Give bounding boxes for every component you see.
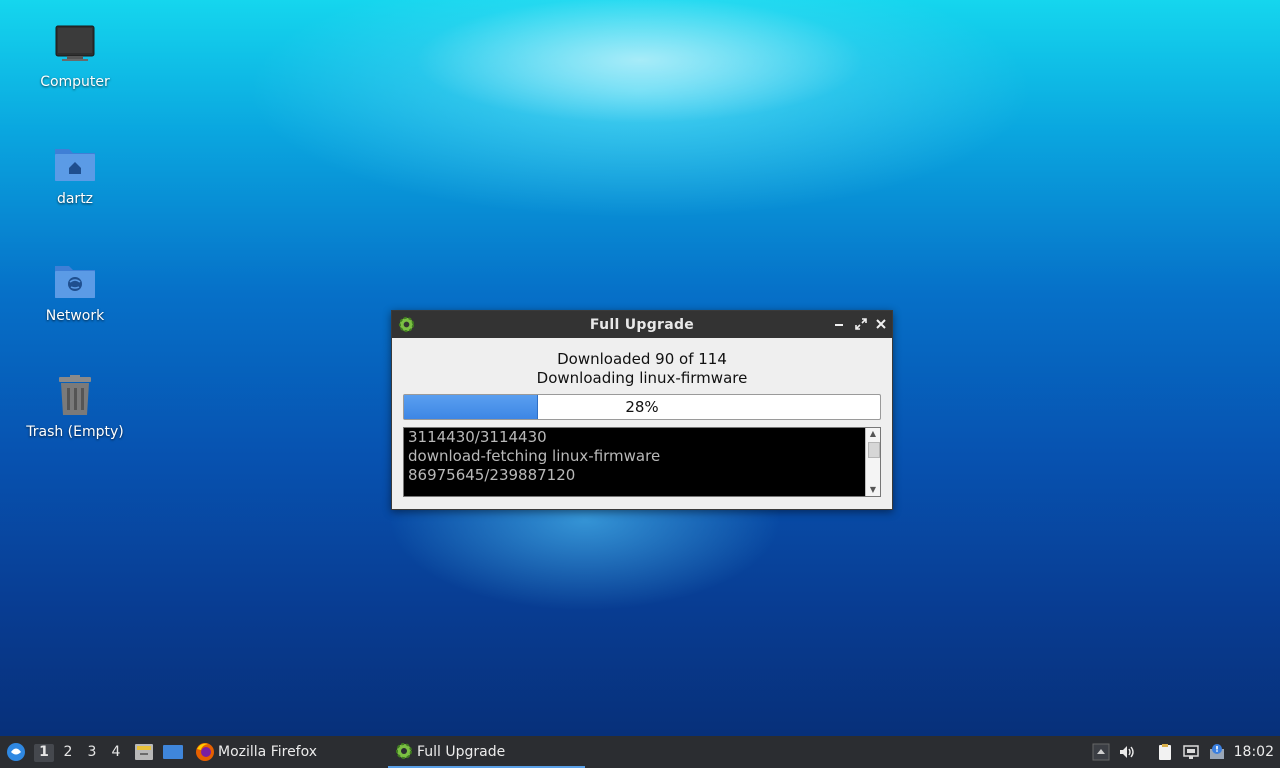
update-notifier[interactable]	[1208, 743, 1226, 761]
scroll-down-icon[interactable]: ▼	[866, 484, 880, 496]
task-label: Mozilla Firefox	[218, 744, 318, 760]
desktop-icon-network[interactable]: Network	[20, 258, 130, 324]
progress-percent: 28%	[625, 398, 659, 416]
desktop-icon-computer[interactable]: Computer	[20, 24, 130, 90]
network-folder-icon	[53, 258, 97, 302]
desktop-icon-trash[interactable]: Trash (Empty)	[20, 374, 130, 440]
scroll-thumb[interactable]	[868, 442, 880, 458]
dialog-title: Full Upgrade	[589, 317, 695, 333]
download-progress-bar: 28%	[403, 394, 881, 420]
close-icon	[876, 319, 886, 329]
computer-icon	[53, 24, 97, 68]
workspace-4[interactable]: 4	[106, 744, 126, 762]
home-folder-icon	[53, 141, 97, 185]
log-line: 3114430/3114430	[408, 428, 547, 446]
status-area: Downloaded 90 of 114 Downloading linux-f…	[392, 350, 892, 387]
desktop-icon-home[interactable]: dartz	[20, 141, 130, 207]
task-label: Full Upgrade	[417, 744, 506, 760]
tray-expand-button[interactable]	[1092, 743, 1110, 761]
gear-icon	[396, 743, 412, 759]
workspace-1[interactable]: 1	[34, 744, 54, 762]
output-log[interactable]: 3114430/3114430 download-fetching linux-…	[403, 427, 881, 497]
volume-icon	[1120, 746, 1134, 758]
log-scrollbar[interactable]: ▲ ▼	[865, 428, 880, 496]
trash-icon	[53, 374, 97, 418]
file-manager-launcher[interactable]	[134, 736, 154, 768]
dialog-titlebar[interactable]: Full Upgrade	[392, 311, 892, 338]
maximize-icon	[855, 318, 867, 330]
taskbar: 1 2 3 4 Mozilla Firefox Full Upgrade 18:…	[0, 736, 1280, 768]
minimize-button[interactable]	[832, 316, 848, 332]
chevron-up-icon	[1092, 743, 1110, 761]
workspace-3[interactable]: 3	[82, 744, 102, 762]
clipboard-icon	[1159, 744, 1171, 760]
desktop-icon-label: Computer	[40, 74, 110, 90]
desktop-icon-label: Network	[45, 308, 105, 324]
log-lines: 3114430/3114430 download-fetching linux-…	[408, 428, 864, 485]
desktop: Computer dartz Network Trash (Empty) Ful…	[0, 0, 1280, 736]
firefox-icon	[196, 743, 214, 761]
maximize-button[interactable]	[853, 316, 869, 332]
network-wired-icon	[1183, 745, 1199, 759]
desktop-icon	[163, 745, 183, 759]
desktop-icon-label: dartz	[56, 191, 94, 207]
start-menu-button[interactable]	[4, 736, 28, 768]
workspace-2[interactable]: 2	[58, 744, 78, 762]
desktop-icon-label: Trash (Empty)	[26, 424, 124, 440]
lubuntu-logo-icon	[7, 743, 25, 761]
file-manager-icon	[135, 744, 153, 760]
volume-control[interactable]	[1118, 743, 1136, 761]
clock[interactable]: 18:02	[1234, 744, 1274, 760]
minimize-icon	[835, 324, 843, 326]
task-firefox[interactable]: Mozilla Firefox	[192, 736, 382, 768]
update-alert-icon	[1210, 744, 1224, 759]
log-line: download-fetching linux-firmware	[408, 447, 661, 465]
close-button[interactable]	[873, 316, 889, 332]
log-line: 86975645/239887120	[408, 466, 576, 484]
show-desktop-button[interactable]	[162, 736, 184, 768]
full-upgrade-dialog: Full Upgrade Downloaded 90 of 114 Downlo…	[391, 310, 893, 510]
download-count-text: Downloaded 90 of 114	[557, 350, 727, 368]
network-applet[interactable]	[1182, 743, 1200, 761]
scroll-up-icon[interactable]: ▲	[866, 428, 880, 440]
clipboard-applet[interactable]	[1156, 743, 1174, 761]
downloading-package-text: Downloading linux-firmware	[536, 369, 748, 387]
task-full-upgrade[interactable]: Full Upgrade	[388, 736, 585, 768]
